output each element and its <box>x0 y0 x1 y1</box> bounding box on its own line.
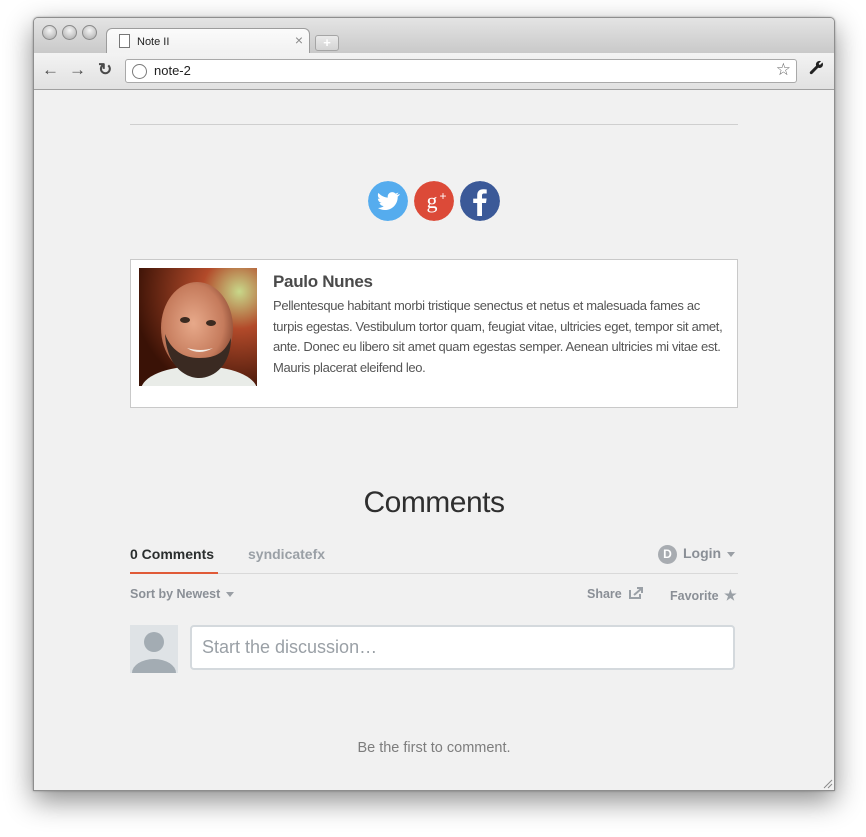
discussion-input[interactable] <box>190 625 735 670</box>
close-window-button[interactable] <box>42 25 57 40</box>
zoom-window-button[interactable] <box>82 25 97 40</box>
chevron-down-icon <box>226 592 235 598</box>
tab-close-icon[interactable]: × <box>295 33 303 47</box>
divider <box>130 124 738 125</box>
favorite-button[interactable]: Favorite ★ <box>670 587 737 604</box>
sort-dropdown[interactable]: Sort by Newest <box>130 587 235 601</box>
twitter-icon[interactable] <box>368 181 408 221</box>
address-bar[interactable]: note-2 ☆ <box>125 59 797 83</box>
reload-icon[interactable]: ↻ <box>98 61 112 79</box>
author-photo <box>139 268 257 386</box>
page-content: g + Paulo Nunes Pellentesque habitant mo… <box>34 90 834 790</box>
author-bio-box: Paulo Nunes Pellentesque habitant morbi … <box>130 259 738 408</box>
address-url: note-2 <box>154 63 191 78</box>
new-tab-button[interactable]: + <box>315 35 339 51</box>
login-label: Login <box>683 545 722 562</box>
empty-comments-message: Be the first to comment. <box>357 740 511 756</box>
wrench-icon[interactable] <box>809 60 824 80</box>
star-icon: ★ <box>724 587 737 603</box>
svg-text:+: + <box>439 189 446 203</box>
share-button[interactable]: Share <box>587 587 644 601</box>
tab-strip: Note II × + <box>34 18 834 54</box>
svg-text:g: g <box>427 188 438 213</box>
minimize-window-button[interactable] <box>62 25 77 40</box>
login-button[interactable]: D Login <box>658 545 736 565</box>
tab-title: Note II <box>137 36 170 48</box>
tabs-divider <box>130 573 738 574</box>
browser-toolbar: ← → ↻ note-2 ☆ <box>34 53 834 90</box>
active-tab-indicator <box>130 572 218 574</box>
page-icon <box>119 34 130 48</box>
browser-tab[interactable]: Note II × <box>106 28 310 54</box>
sort-label: Sort by Newest <box>130 587 221 601</box>
chevron-down-icon <box>727 552 736 557</box>
avatar <box>130 625 178 673</box>
disqus-logo-icon: D <box>658 545 677 564</box>
share-icon <box>629 587 644 599</box>
resize-grip-icon[interactable] <box>821 777 833 789</box>
share-label: Share <box>587 587 622 601</box>
back-arrow-icon[interactable]: ← <box>42 61 59 79</box>
favorite-label: Favorite <box>670 589 719 603</box>
author-bio: Pellentesque habitant morbi tristique se… <box>273 298 723 375</box>
comments-title: Comments <box>363 486 505 519</box>
tab-comments-count[interactable]: 0 Comments <box>130 546 214 562</box>
forward-arrow-icon[interactable]: → <box>69 61 86 79</box>
author-name: Paulo Nunes <box>273 272 373 291</box>
facebook-icon[interactable] <box>460 181 500 221</box>
bookmark-star-icon[interactable]: ☆ <box>776 60 791 80</box>
tab-site[interactable]: syndicatefx <box>248 546 325 562</box>
google-plus-icon[interactable]: g + <box>414 181 454 221</box>
browser-window: Note II × + ← → ↻ note-2 ☆ g + Paulo Nun… <box>33 17 835 791</box>
globe-icon <box>132 64 147 79</box>
